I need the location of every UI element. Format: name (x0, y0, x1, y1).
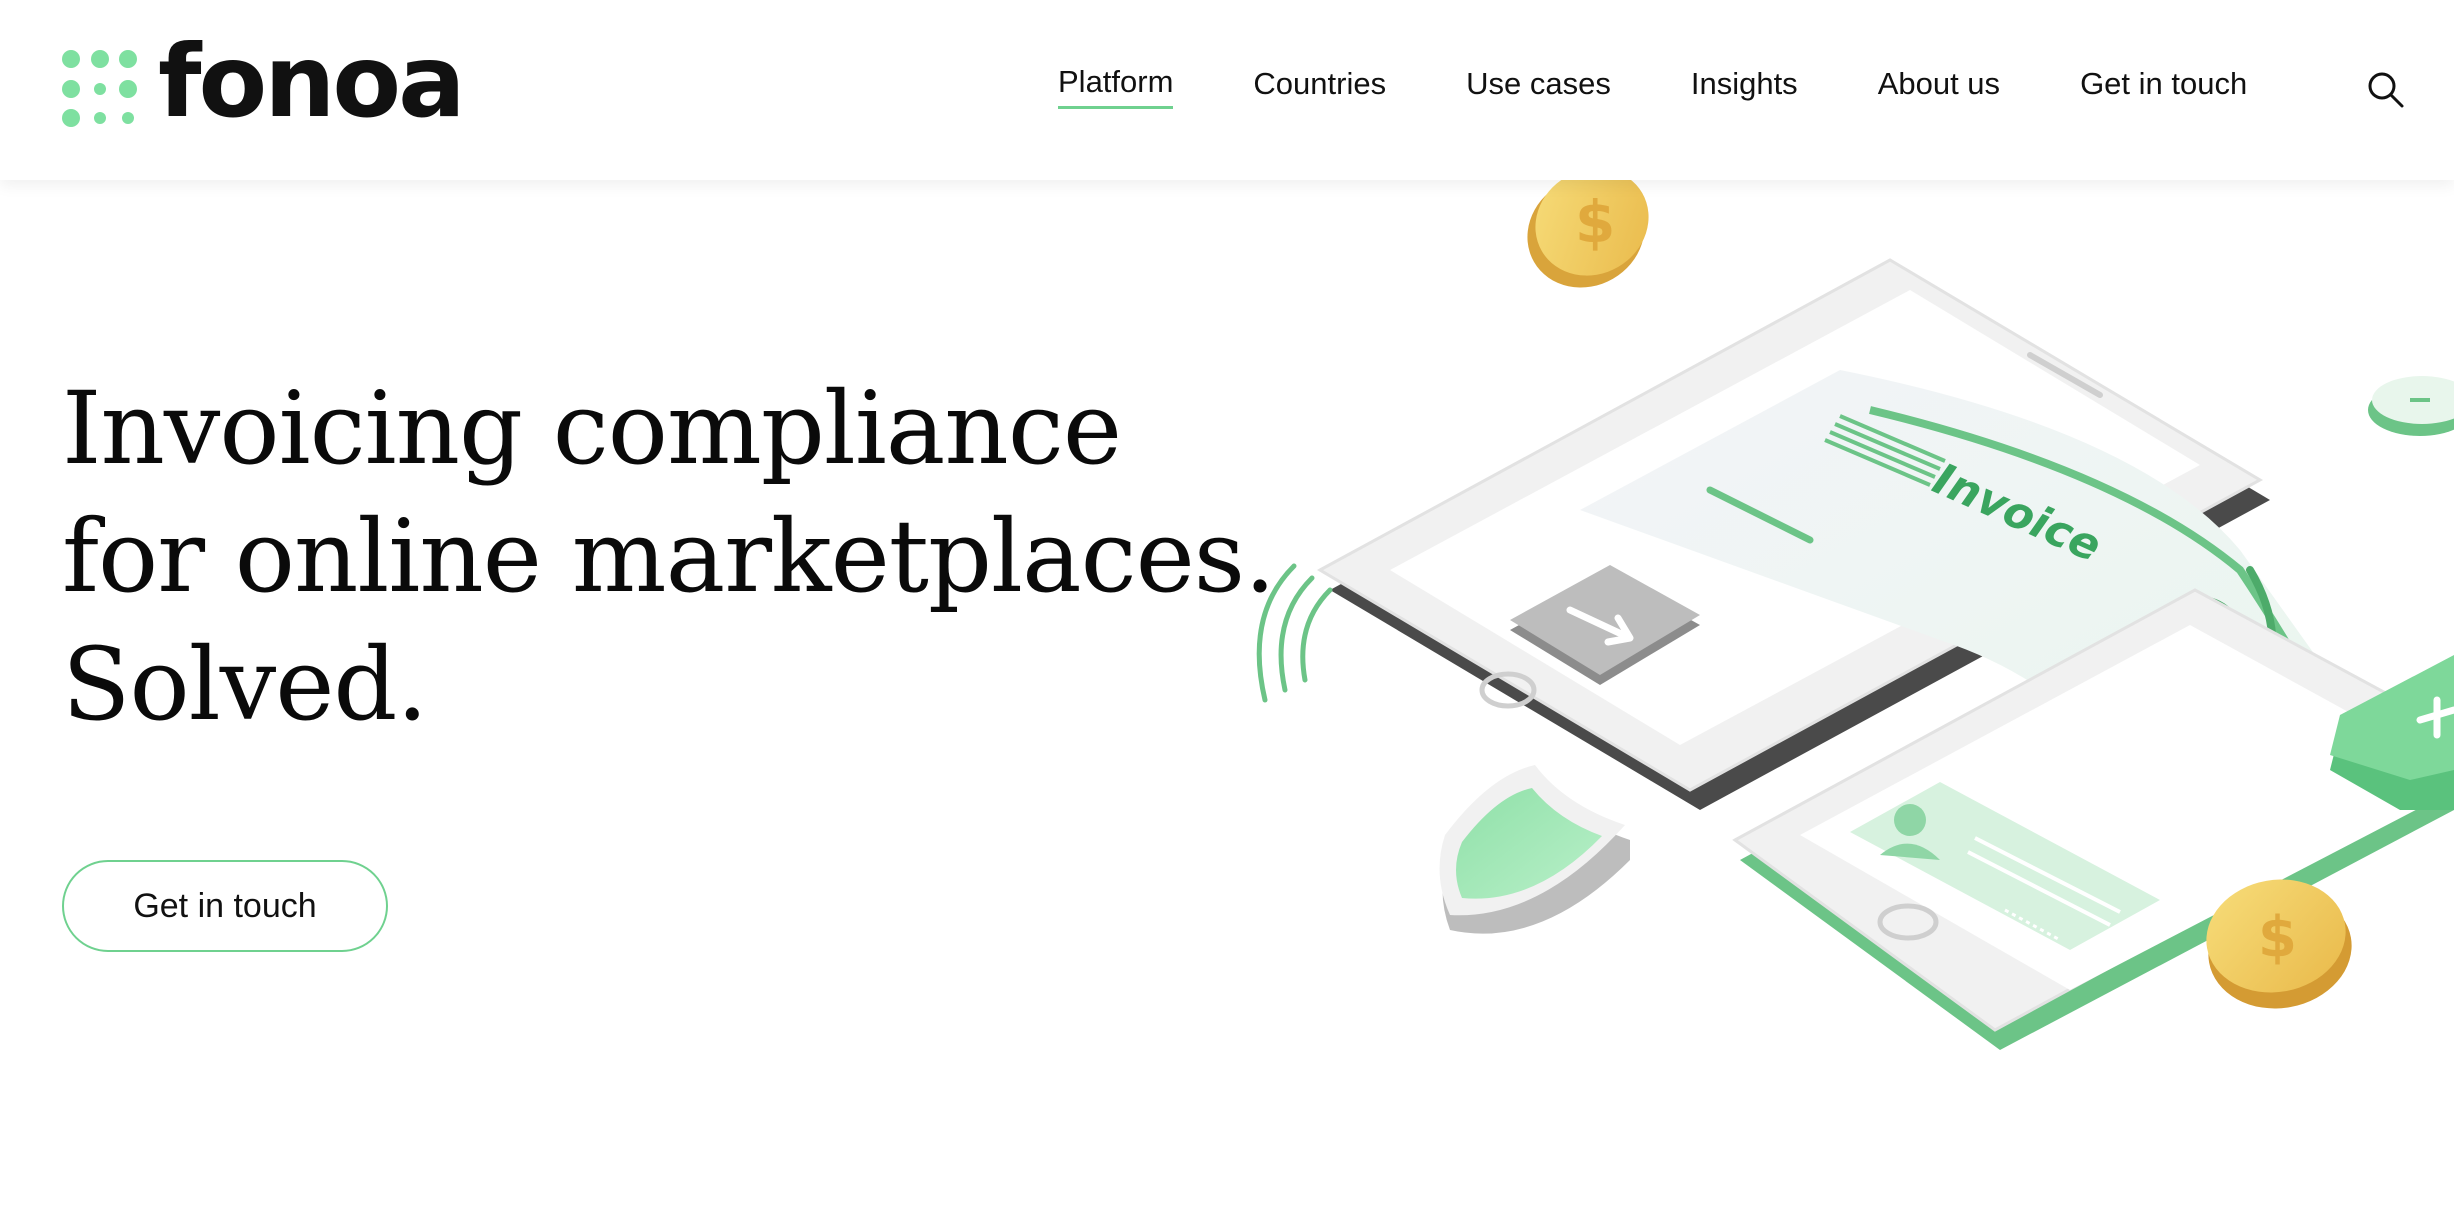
main-nav: Platform Countries Use cases Insights Ab… (1058, 64, 2247, 109)
nav-item-platform[interactable]: Platform (1058, 64, 1174, 109)
nav-item-insights[interactable]: Insights (1691, 66, 1798, 108)
nav-item-use-cases[interactable]: Use cases (1466, 66, 1611, 108)
hero-title-line: Invoicing compliance (62, 370, 1122, 487)
signal-icon (1256, 563, 1333, 703)
coin-icon: $ (1527, 170, 1649, 288)
search-icon (2368, 72, 2404, 108)
shield-icon (1439, 765, 1630, 934)
coin-symbol: $ (1575, 188, 1615, 256)
clock-icon (2368, 376, 2454, 436)
hero-title: Invoicing compliance for online marketpl… (62, 365, 1276, 749)
coin-symbol: $ (2258, 905, 2297, 970)
nav-item-countries[interactable]: Countries (1253, 66, 1386, 108)
hero-illustration: $ Invoice $ (1256, 170, 2454, 1050)
hero-title-line: Solved. (62, 626, 428, 743)
logo-dots-icon (62, 50, 137, 127)
nav-item-get-in-touch[interactable]: Get in touch (2080, 66, 2247, 108)
search-button[interactable] (2366, 70, 2406, 110)
nav-item-about-us[interactable]: About us (1878, 66, 2000, 108)
fonoa-logo[interactable]: fonoa (62, 32, 466, 132)
site-header: fonoa Platform Countries Use cases Insig… (0, 0, 2454, 180)
get-in-touch-button[interactable]: Get in touch (62, 860, 388, 952)
hero-title-line: for online marketplaces. (62, 498, 1276, 615)
logo-wordmark: fonoa (158, 23, 466, 140)
